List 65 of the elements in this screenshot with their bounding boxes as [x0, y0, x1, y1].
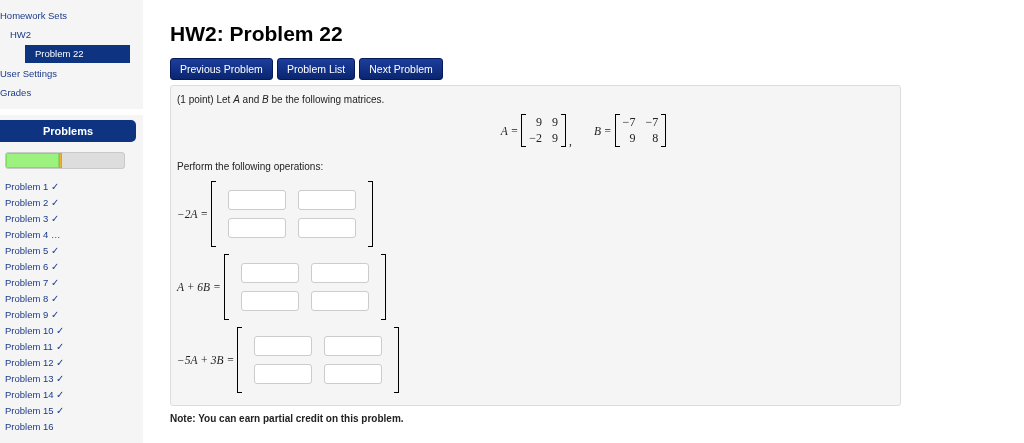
problem-link[interactable]: Problem 3 ✓ [5, 211, 143, 227]
nav-button[interactable]: Next Problem [359, 58, 443, 80]
answer-field[interactable] [240, 263, 299, 283]
comma: , [569, 135, 572, 147]
answer-field[interactable] [227, 190, 286, 210]
matrix-label: B = [593, 124, 612, 137]
matrix-entry: −7 [622, 115, 636, 130]
problem-link[interactable]: Problem 9 ✓ [5, 307, 143, 323]
matrix-label: A = [500, 124, 519, 137]
bracket-icon [380, 254, 386, 320]
problem-link[interactable]: Problem 12 ✓ [5, 355, 143, 371]
bracket-icon [521, 114, 527, 147]
nav-link[interactable]: User Settings [0, 65, 143, 84]
note-text: Note: You can earn partial credit on this problem. [170, 413, 405, 424]
problem-link[interactable]: Problem 16 [5, 419, 143, 435]
bracket-icon [661, 114, 667, 147]
page-title: HW2: Problem 22 [170, 22, 344, 46]
problem-link[interactable]: Problem 4 … [5, 227, 143, 243]
bracket-icon [210, 181, 216, 247]
answer-field[interactable] [324, 336, 383, 356]
bracket-icon [394, 327, 400, 393]
expression-label: −2A = [177, 208, 208, 220]
answer-field[interactable] [240, 291, 299, 311]
problem-link[interactable]: Problem 10 ✓ [5, 323, 143, 339]
bracket-icon [367, 181, 373, 247]
matrix-entry: 9 [552, 115, 559, 130]
bracket-icon [561, 114, 567, 147]
nav-link[interactable]: Problem 22 [25, 45, 130, 63]
problem-link[interactable]: Problem 1 ✓ [5, 179, 143, 195]
problem-link[interactable]: Problem 5 ✓ [5, 243, 143, 259]
answer-field[interactable] [297, 190, 356, 210]
problem-link[interactable]: Problem 6 ✓ [5, 259, 143, 275]
matrix-entry: 9 [552, 131, 559, 146]
bracket-icon [223, 254, 229, 320]
answer-field[interactable] [310, 263, 369, 283]
instruction-text: Perform the following operations: [177, 161, 325, 172]
problem-text: (1 point) Let A and B be the following matrices. [177, 94, 386, 105]
matrix-entry: −7 [645, 115, 659, 130]
panel-header: Problems [0, 120, 136, 142]
matrix-entry: 9 [535, 115, 543, 130]
matrix-entry: 8 [651, 131, 659, 146]
nav-button[interactable]: Previous Problem [170, 58, 273, 80]
expression-label: A + 6B = [177, 281, 221, 293]
problem-link[interactable]: Problem 13 ✓ [5, 371, 143, 387]
problem-link[interactable]: Problem 8 ✓ [5, 291, 143, 307]
matrix-entry: 9 [628, 131, 636, 146]
answer-field[interactable] [254, 364, 313, 384]
problem-link[interactable]: Problem 15 ✓ [5, 403, 143, 419]
bracket-icon [237, 327, 243, 393]
answer-field[interactable] [297, 218, 356, 238]
bracket-icon [614, 114, 620, 147]
problem-link[interactable]: Problem 14 ✓ [5, 387, 143, 403]
matrix-entry: −2 [529, 131, 543, 146]
problem-link[interactable]: Problem 11 ✓ [5, 339, 143, 355]
problem-link[interactable]: Problem 7 ✓ [5, 275, 143, 291]
expression-label: −5A + 3B = [177, 354, 235, 366]
nav-button[interactable]: Problem List [276, 58, 356, 80]
nav-link[interactable]: HW2 [10, 26, 143, 45]
answer-field[interactable] [227, 218, 286, 238]
nav-link[interactable]: Grades [0, 84, 143, 103]
answer-field[interactable] [254, 336, 313, 356]
problem-link[interactable]: Problem 2 ✓ [5, 195, 143, 211]
nav-link[interactable]: Homework Sets [0, 7, 143, 26]
answer-field[interactable] [324, 364, 383, 384]
answer-field[interactable] [310, 291, 369, 311]
